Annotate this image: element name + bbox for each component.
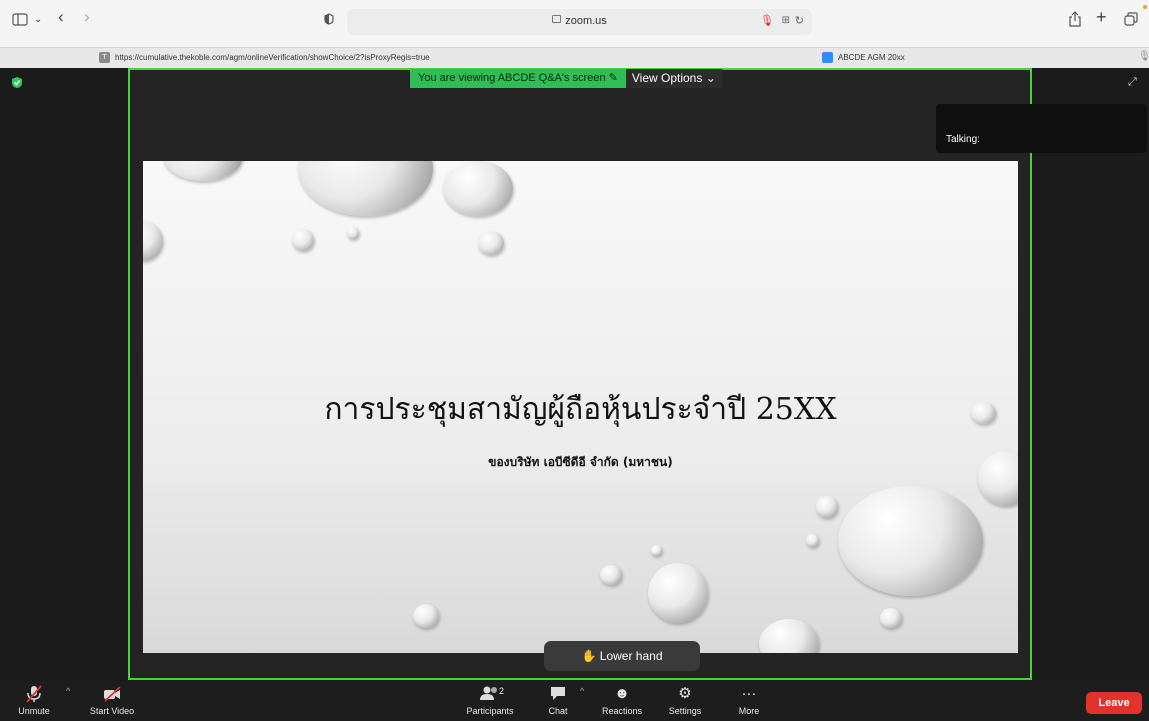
chevron-down-icon[interactable]: ⌄ [34, 13, 42, 27]
participants-icon: 2 [460, 685, 520, 703]
raised-hand-icon: ✋ [581, 649, 597, 663]
water-drop [443, 161, 513, 216]
chat-button[interactable]: Chat [528, 681, 588, 721]
security-shield-icon[interactable] [11, 76, 23, 94]
pen-icon: ✎ [608, 72, 618, 84]
water-drop [816, 496, 838, 518]
tab-overview-icon[interactable] [1124, 12, 1138, 28]
water-drop [651, 545, 662, 556]
lock-icon [552, 15, 562, 23]
notification-dot [1143, 5, 1147, 9]
water-drop [413, 604, 439, 628]
chat-options-caret-icon[interactable]: ^ [580, 686, 584, 696]
water-drop [478, 231, 504, 255]
tab-title: ABCDE AGM 20xx [838, 53, 905, 62]
privacy-shield-icon[interactable] [324, 13, 334, 27]
smiley-icon: ☻ [614, 685, 630, 702]
microphone-icon[interactable]: 🎙 [760, 14, 774, 27]
tab-verification[interactable]: Thttps://cumulative.thekoble.com/agm/onl… [99, 48, 569, 68]
presentation-slide: การประชุมสามัญผู้ถือหุ้นประจำปี 25XX ของ… [143, 161, 1018, 653]
water-drop [880, 608, 902, 628]
back-icon[interactable]: ‹ [58, 8, 64, 25]
microphone-muted-icon [12, 685, 56, 703]
lower-hand-button[interactable]: ✋ Lower hand [544, 641, 700, 671]
audio-options-caret-icon[interactable]: ^ [66, 686, 70, 696]
water-drop [347, 227, 359, 239]
sidebar-icon[interactable] [12, 13, 28, 28]
talking-label: Talking: [946, 134, 980, 145]
slide-title: การประชุมสามัญผู้ถือหุ้นประจำปี 25XX [324, 392, 837, 427]
talking-panel: Talking: [936, 104, 1147, 153]
water-drop [806, 534, 819, 547]
more-dots-icon: ··· [741, 685, 757, 702]
tab-zoom[interactable]: ABCDE AGM 20xx [822, 48, 1022, 68]
unmute-button[interactable]: Unmute [12, 681, 56, 721]
share-banner: You are viewing ABCDE Q&A's screen ✎ Vie… [410, 69, 722, 88]
forward-icon[interactable]: › [84, 8, 90, 25]
share-banner-text: You are viewing ABCDE Q&A's screen ✎ [410, 69, 626, 88]
more-button[interactable]: ··· More [719, 681, 779, 721]
water-drop [838, 486, 983, 596]
address-bar[interactable]: zoom.us 🎙 ⊞ ↻ [347, 9, 812, 35]
meeting-controls: Unmute ^ Start Video 2 Participants Chat… [0, 681, 1149, 721]
participants-count: 2 [499, 686, 505, 696]
zoom-icon [822, 52, 833, 64]
video-muted-icon [82, 685, 142, 703]
water-drop [298, 161, 433, 216]
chat-icon [528, 685, 588, 703]
view-options-button[interactable]: View Options ⌄ [625, 69, 722, 88]
settings-button[interactable]: ⚙ Settings [655, 681, 715, 721]
slide-subtitle: ของบริษัท เอบีซีดีอี จำกัด (มหาชน) [488, 455, 673, 469]
water-drop [163, 161, 243, 181]
water-drop [292, 229, 314, 251]
tab-title: https://cumulative.thekoble.com/agm/onli… [115, 53, 430, 62]
tab-favicon: T [99, 52, 110, 64]
participants-button[interactable]: 2 Participants [460, 681, 520, 721]
translate-icon[interactable]: ⊞ [782, 15, 790, 26]
reactions-button[interactable]: ☻ Reactions [592, 681, 652, 721]
chevron-down-icon: ⌄ [705, 71, 716, 85]
water-drop [143, 221, 163, 261]
fullscreen-icon[interactable]: ⤢ [1128, 76, 1137, 89]
address-text: zoom.us [565, 15, 607, 27]
reload-icon[interactable]: ↻ [795, 14, 804, 27]
browser-toolbar: ⌄ ‹ › zoom.us 🎙 ⊞ ↻ + [0, 0, 1149, 47]
start-video-button[interactable]: Start Video [82, 681, 142, 721]
microphone-icon: 🎙 [1138, 51, 1149, 62]
water-drop [648, 563, 708, 623]
leave-button[interactable]: Leave [1086, 692, 1142, 714]
water-drop [600, 565, 622, 585]
tab-bar: Thttps://cumulative.thekoble.com/agm/onl… [0, 47, 1149, 68]
new-tab-icon[interactable]: + [1096, 8, 1107, 26]
gear-icon: ⚙ [678, 685, 692, 702]
share-icon[interactable] [1069, 11, 1081, 29]
water-drop [759, 619, 819, 653]
